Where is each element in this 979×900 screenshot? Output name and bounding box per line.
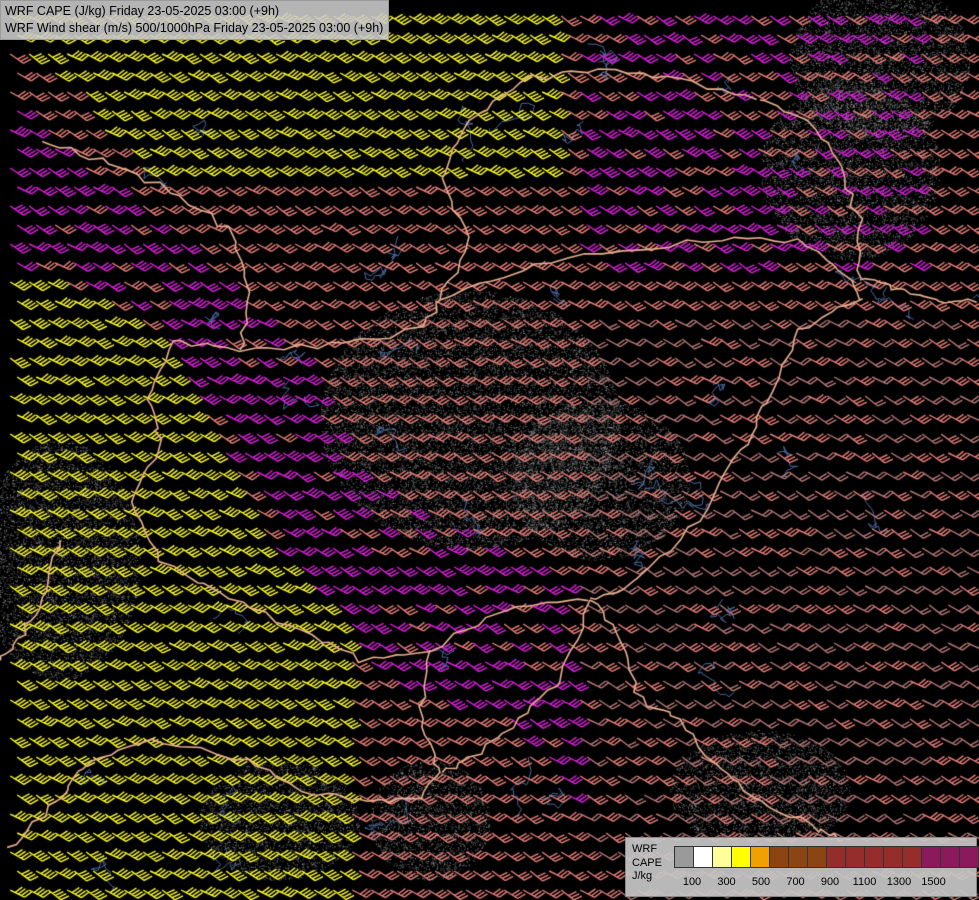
legend-tick-label: 1500	[921, 876, 946, 888]
cape-title: WRF CAPE (J/kg) Friday 23-05-2025 03:00 …	[5, 4, 280, 18]
legend-tick-label: 300	[717, 876, 736, 888]
map-title-box: WRF CAPE (J/kg) Friday 23-05-2025 03:00 …	[0, 0, 390, 40]
legend-swatch	[807, 846, 827, 868]
legend-tick-label: 100	[682, 876, 702, 888]
legend-swatch	[712, 846, 732, 868]
legend-color-scale	[674, 846, 979, 868]
legend-swatch	[845, 846, 865, 868]
legend-swatch	[902, 846, 922, 868]
legend-tick-label: 1300	[886, 876, 912, 888]
legend-swatch	[940, 846, 960, 868]
wind-shear-map	[0, 0, 979, 900]
legend-swatch	[750, 846, 770, 868]
legend-swatch	[674, 846, 694, 868]
legend-ticks: 100 300 500 700 900 1100 1300 1500	[626, 876, 976, 890]
legend-swatch	[693, 846, 713, 868]
wind-shear-title: WRF Wind shear (m/s) 500/1000hPa Friday …	[5, 21, 384, 35]
legend-swatch	[826, 846, 846, 868]
legend-swatch	[788, 846, 808, 868]
legend-swatch	[883, 846, 903, 868]
legend-swatch	[731, 846, 751, 868]
legend-label-model: WRF	[632, 843, 658, 855]
legend-swatch	[769, 846, 789, 868]
legend-tick-label: 1100	[852, 876, 877, 888]
legend-label-field: CAPE	[632, 856, 662, 869]
legend-swatch	[921, 846, 941, 868]
legend-tick-label: 700	[786, 876, 805, 888]
legend-tick-label: 500	[751, 876, 771, 888]
legend-swatch	[864, 846, 884, 868]
cape-legend: WRF CAPE J/kg 100 300 500 700 900 1100 1300 150…	[625, 837, 979, 897]
legend-swatch	[959, 846, 979, 868]
legend-tick-label: 900	[820, 876, 840, 888]
